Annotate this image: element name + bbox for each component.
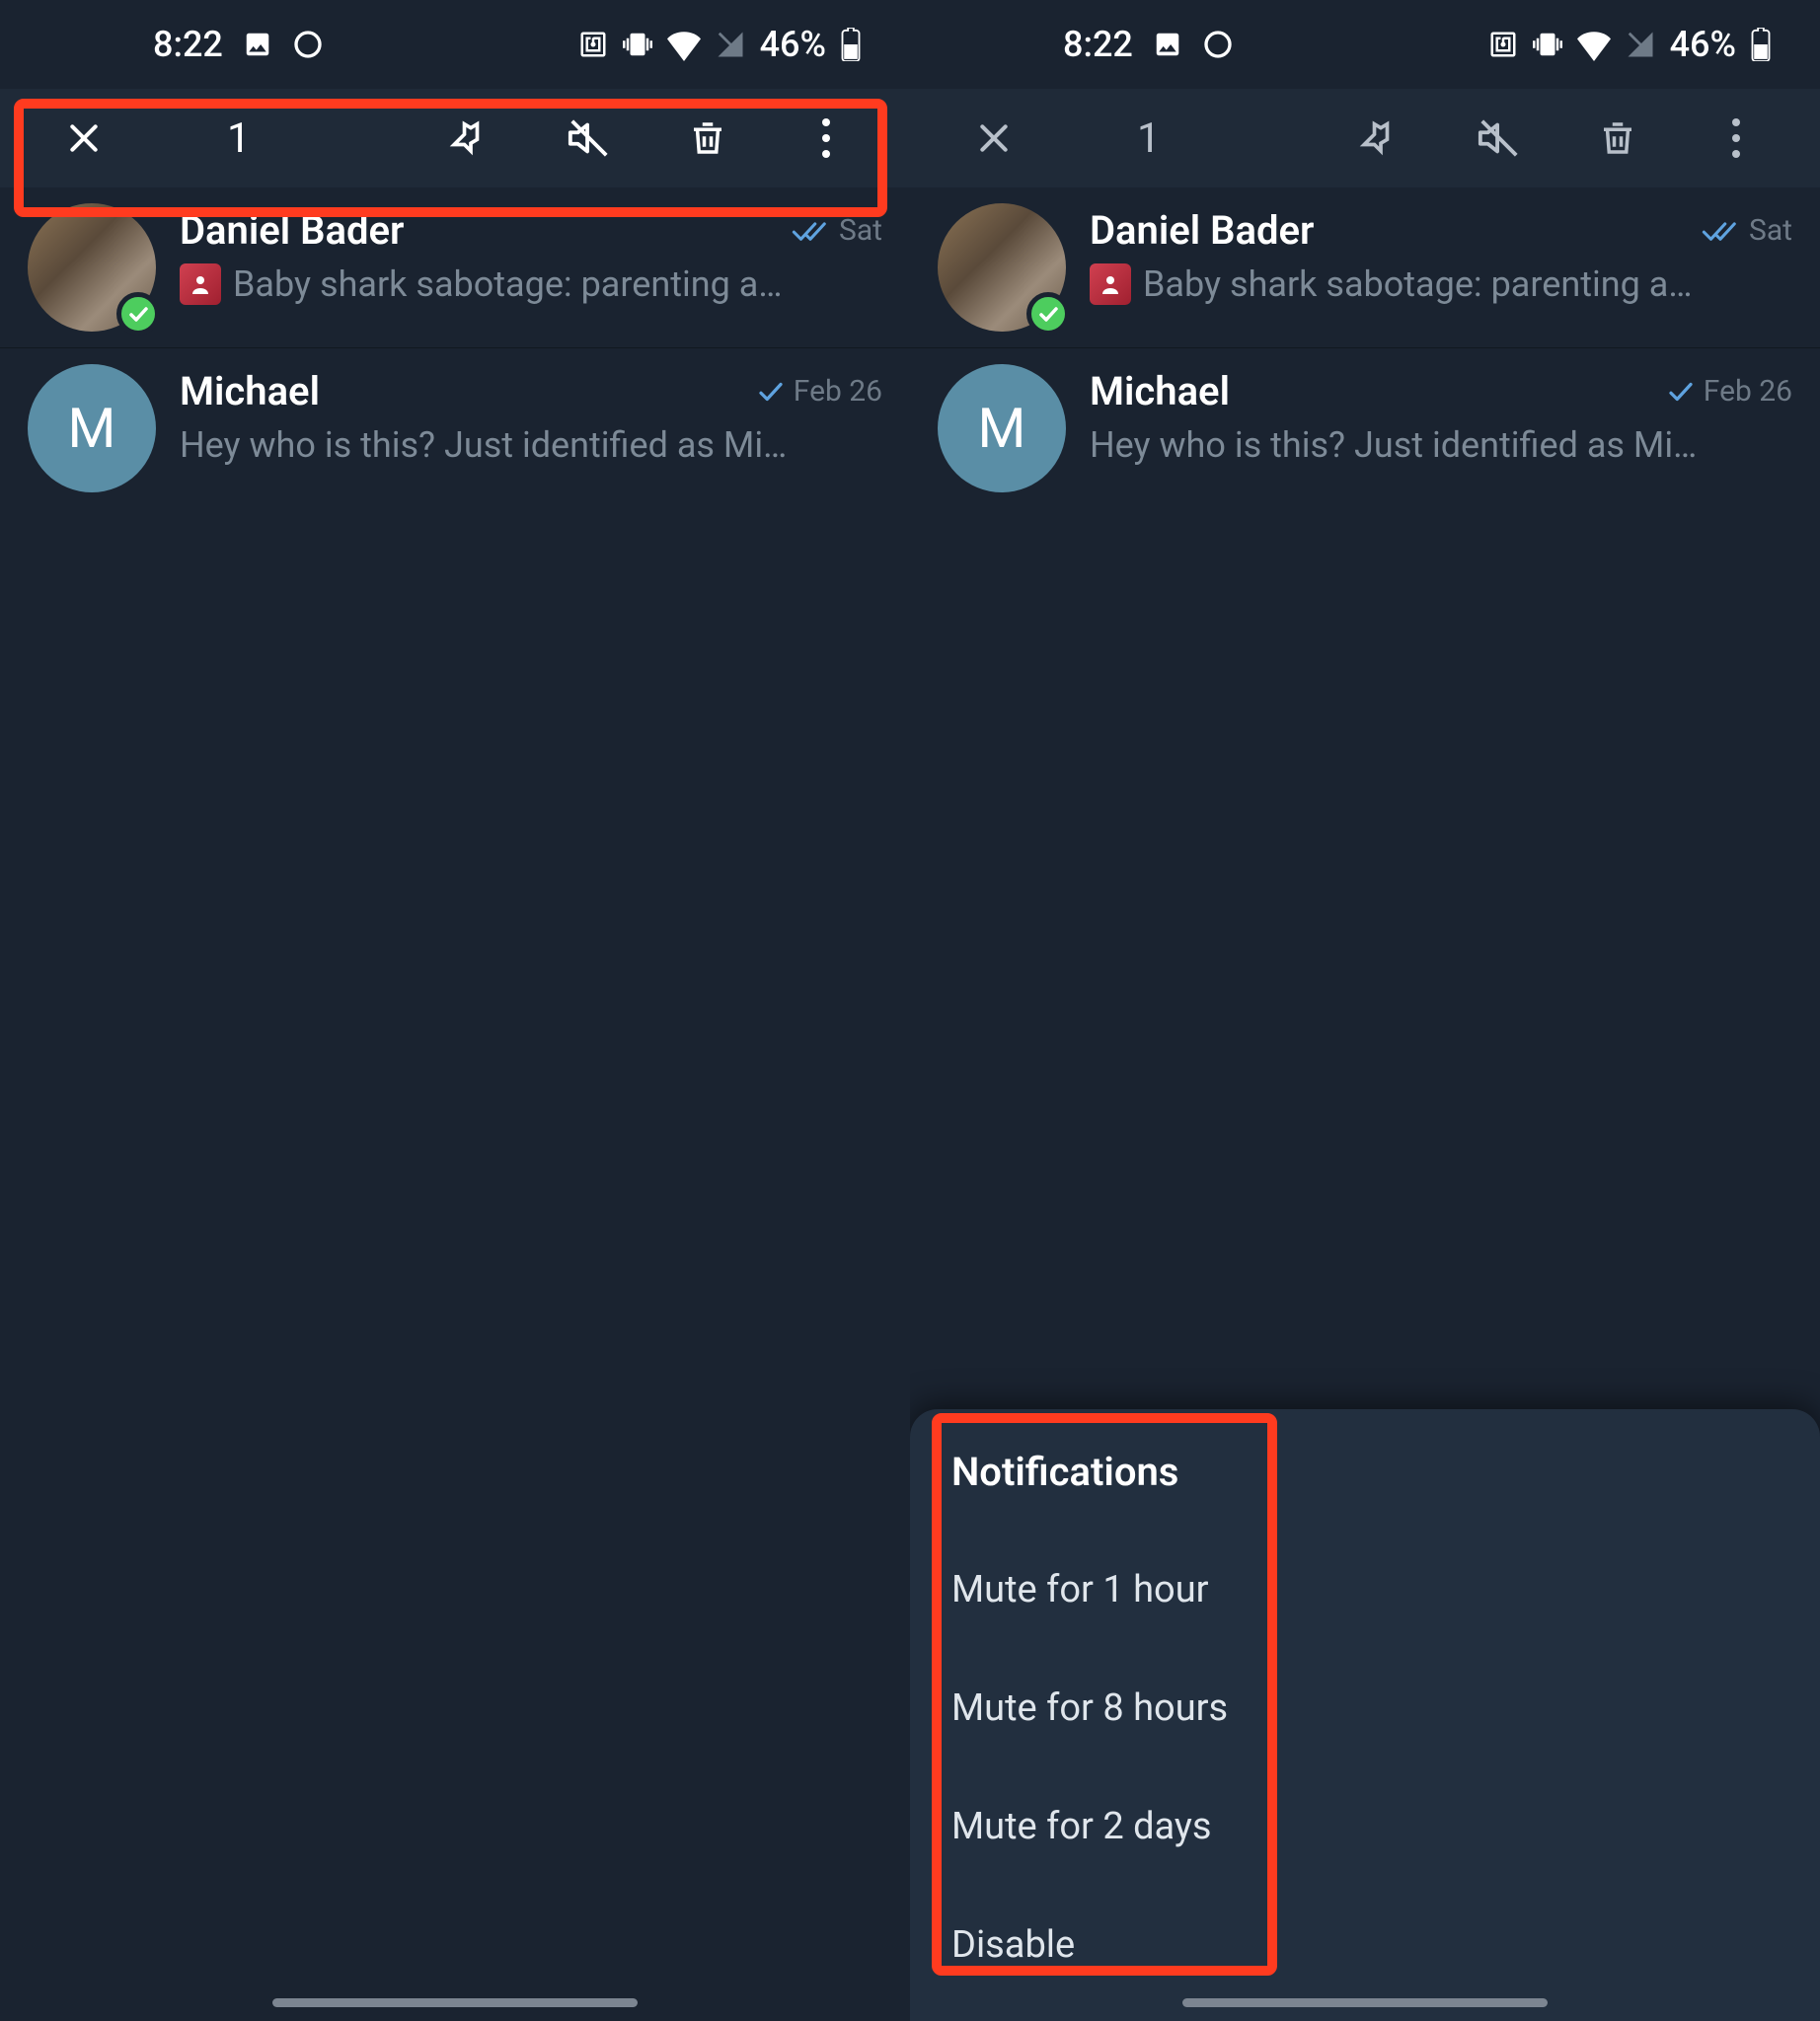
pin-icon [449,116,493,160]
close-button[interactable] [30,99,138,178]
chat-preview: Baby shark sabotage: parenting a… [1143,263,1692,305]
double-check-icon [792,219,829,243]
nfc-icon [1488,30,1518,59]
close-icon [974,118,1014,158]
image-icon [243,30,272,59]
more-button[interactable] [1682,99,1790,178]
sheet-item-mute-1h[interactable]: Mute for 1 hour [948,1531,1782,1649]
status-time: 8:22 [1063,24,1133,65]
sheet-item-mute-2d[interactable]: Mute for 2 days [948,1767,1782,1886]
signal-off-icon [1626,30,1655,59]
selection-count: 1 [1137,114,1317,163]
chat-time: Sat [839,213,882,248]
avatar [28,203,156,332]
signal-off-icon [716,30,745,59]
screen-right: 8:22 46% 1 [910,0,1820,2021]
avatar [938,203,1066,332]
selection-count: 1 [227,114,407,163]
more-vert-icon [1731,118,1741,158]
screen-left: 8:22 46% 1 [0,0,910,2021]
selection-action-bar: 1 [910,89,1820,187]
chat-row[interactable]: Daniel Bader Sat Baby shark sabotage: pa… [910,187,1820,348]
chat-name: Michael [1090,368,1230,414]
selection-action-bar: 1 [0,89,910,187]
chat-name: Daniel Bader [180,207,404,254]
chat-preview: Hey who is this? Just identified as Mi… [180,424,787,466]
delete-button[interactable] [1563,99,1672,178]
check-icon [1668,382,1694,402]
battery-icon [1751,28,1771,61]
trash-icon [1597,117,1638,159]
selected-check-icon [116,292,160,336]
sheet-item-mute-8h[interactable]: Mute for 8 hours [948,1649,1782,1767]
mute-button[interactable] [1445,99,1554,178]
delete-button[interactable] [653,99,762,178]
avatar: M [28,364,156,492]
trash-icon [687,117,728,159]
battery-icon [841,28,861,61]
nav-handle[interactable] [1182,1998,1548,2007]
notifications-sheet: Notifications Mute for 1 hour Mute for 8… [910,1409,1820,2021]
chat-row[interactable]: M Michael Feb 26 Hey who is this? Just i… [910,348,1820,508]
chat-time: Sat [1749,213,1792,248]
chat-row[interactable]: Daniel Bader Sat Baby shark sabotage: pa… [0,187,910,348]
close-icon [64,118,104,158]
battery-pct: 46% [1670,24,1736,65]
battery-pct: 46% [760,24,826,65]
selected-check-icon [1026,292,1070,336]
nfc-icon [578,30,608,59]
pin-button[interactable] [417,99,525,178]
circle-outline-icon [292,29,324,60]
chat-preview: Hey who is this? Just identified as Mi… [1090,424,1697,466]
sheet-item-disable[interactable]: Disable [948,1886,1782,2004]
circle-outline-icon [1202,29,1234,60]
preview-thumb-icon [180,263,221,305]
vibrate-icon [623,30,652,59]
wifi-icon [1577,28,1611,61]
chat-row[interactable]: M Michael Feb 26 Hey who is this? Just i… [0,348,910,508]
image-icon [1153,30,1182,59]
mute-button[interactable] [535,99,644,178]
vibrate-icon [1533,30,1562,59]
avatar: M [938,364,1066,492]
preview-thumb-icon [1090,263,1131,305]
status-bar: 8:22 46% [910,0,1820,89]
pin-icon [1359,116,1403,160]
wifi-icon [667,28,701,61]
sheet-title: Notifications [948,1439,1782,1531]
more-vert-icon [821,118,831,158]
check-icon [758,382,784,402]
chat-name: Daniel Bader [1090,207,1314,254]
status-time: 8:22 [153,24,223,65]
pin-button[interactable] [1327,99,1435,178]
more-button[interactable] [772,99,880,178]
chat-preview: Baby shark sabotage: parenting a… [233,263,782,305]
status-bar: 8:22 46% [0,0,910,89]
double-check-icon [1702,219,1739,243]
chat-time: Feb 26 [794,374,882,409]
nav-handle[interactable] [272,1998,638,2007]
chat-time: Feb 26 [1704,374,1792,409]
mute-icon [567,115,612,161]
mute-icon [1477,115,1522,161]
chat-name: Michael [180,368,320,414]
close-button[interactable] [940,99,1048,178]
